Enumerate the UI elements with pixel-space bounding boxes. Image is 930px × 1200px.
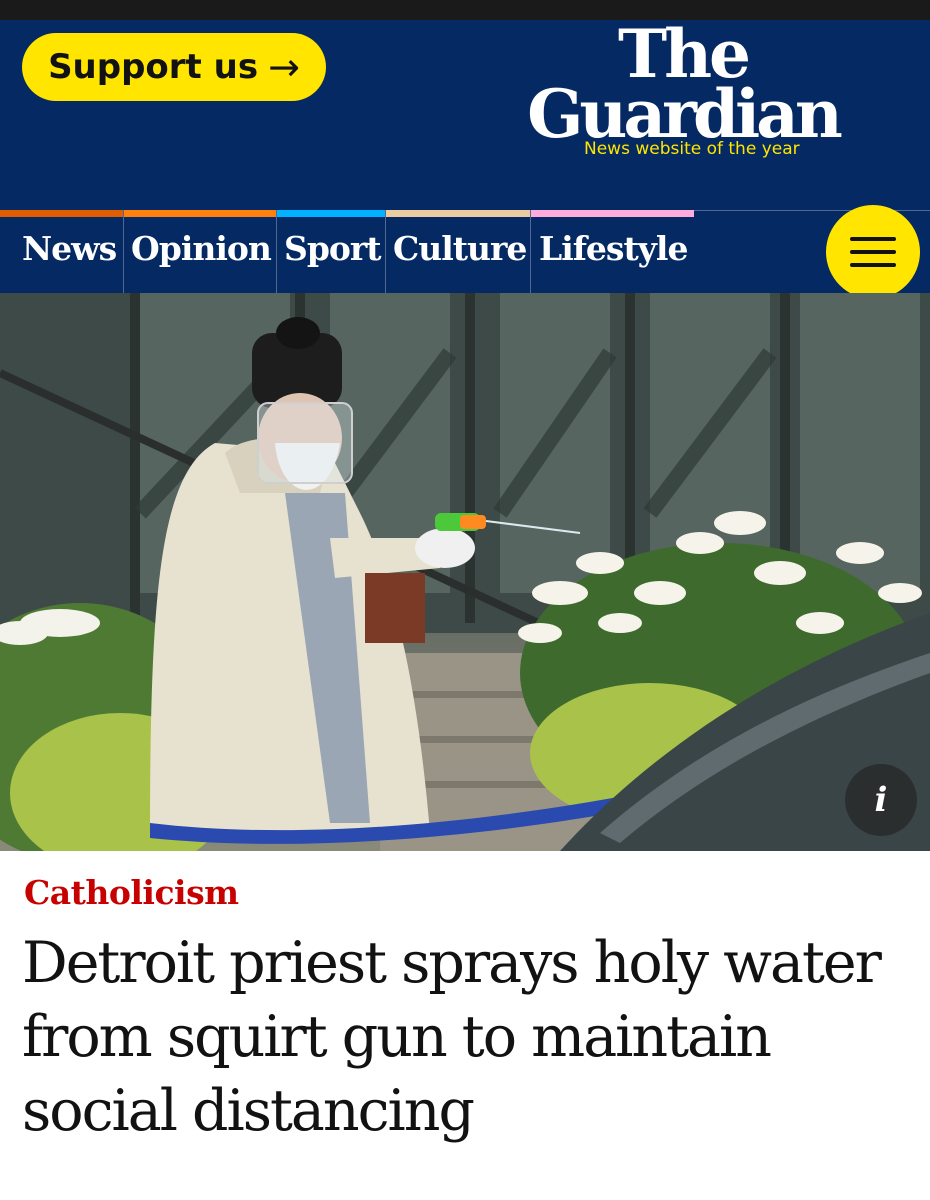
- nav-accent-bar: [124, 210, 276, 217]
- support-us-button[interactable]: Support us →: [22, 33, 326, 101]
- nav-item-label: Sport: [284, 229, 382, 268]
- nav-item-news[interactable]: News: [0, 210, 124, 293]
- hamburger-icon-line: [850, 250, 896, 254]
- main-nav: News Opinion Sport Culture Lifestyle: [0, 205, 930, 299]
- nav-accent-bar: [386, 210, 530, 217]
- priest-photo-illustration: [0, 293, 930, 851]
- support-us-label: Support us: [48, 47, 259, 87]
- logo-tagline: News website of the year: [584, 139, 800, 159]
- article-main-image[interactable]: i: [0, 293, 930, 851]
- nav-item-label: Opinion: [131, 229, 272, 268]
- hamburger-icon-line: [850, 263, 896, 267]
- nav-item-lifestyle[interactable]: Lifestyle: [531, 210, 694, 293]
- nav-item-label: News: [22, 229, 117, 268]
- nav-item-opinion[interactable]: Opinion: [124, 210, 277, 293]
- nav-item-label: Culture: [393, 229, 527, 268]
- arrow-right-icon: →: [268, 45, 300, 89]
- hamburger-icon: [850, 237, 896, 241]
- nav-accent-bar: [0, 210, 123, 217]
- site-header: Support us → The Guardian News website o…: [0, 20, 930, 210]
- article-kicker[interactable]: Catholicism: [24, 873, 930, 912]
- article-headline[interactable]: Detroit priest sprays holy water from sq…: [22, 926, 910, 1148]
- nav-item-sport[interactable]: Sport: [277, 210, 386, 293]
- nav-item-label: Lifestyle: [539, 229, 688, 268]
- logo-line-2: Guardian: [527, 75, 843, 153]
- nav-item-culture[interactable]: Culture: [386, 210, 531, 293]
- menu-button[interactable]: [826, 205, 920, 299]
- nav-accent-bar: [531, 210, 694, 217]
- nav-accent-bar: [277, 210, 385, 217]
- status-strip: [0, 0, 930, 20]
- info-icon[interactable]: i: [845, 764, 917, 836]
